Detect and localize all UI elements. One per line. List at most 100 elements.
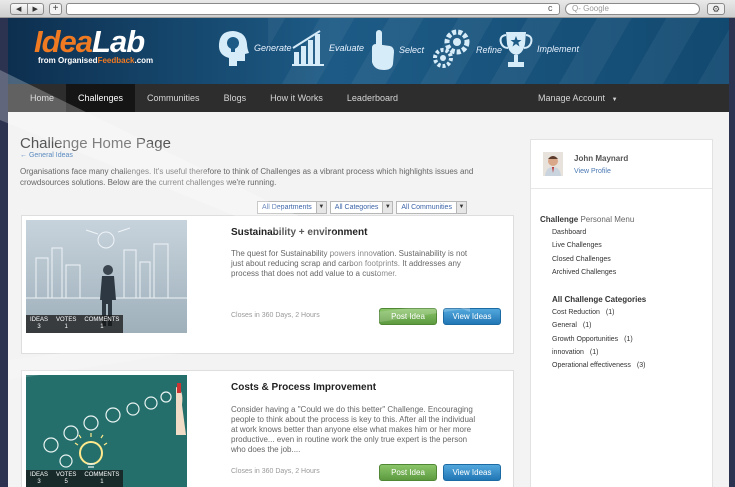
challenge-card: IDEAS 3 VOTES 5 COMMENTS 1 Costs & Process … <box>21 370 514 487</box>
post-idea-button[interactable]: Post Idea <box>379 308 437 325</box>
category-item[interactable]: Cost Reduction (1) <box>552 309 614 316</box>
menu-heading-light: Personal Menu <box>578 215 635 224</box>
hand-pointer-icon <box>372 30 394 70</box>
chevron-down-icon: ▼ <box>315 202 326 213</box>
nav-home[interactable]: Home <box>18 84 66 112</box>
page-content: Challenge Home Page ← General Ideas Orga… <box>8 112 729 487</box>
general-ideas-link[interactable]: ← General Ideas <box>20 152 73 159</box>
user-name: John Maynard <box>574 154 629 163</box>
head-bulb-icon <box>218 31 249 66</box>
comments-stat: COMMENTS 1 <box>84 317 120 330</box>
community-filter[interactable]: All Communities ▼ <box>396 201 467 214</box>
challenge-stats: IDEAS 3 VOTES 1 COMMENTS 1 <box>26 315 124 333</box>
category-item[interactable]: innovation (1) <box>552 349 598 356</box>
challenge-title[interactable]: Sustainability + environment <box>231 227 367 238</box>
logo-tagline-mid: Feedback <box>97 56 135 65</box>
avatar[interactable] <box>543 152 563 176</box>
category-count: (1) <box>605 309 615 316</box>
logo-tagline-prefix: from Organised <box>38 56 98 65</box>
category-name: General <box>552 322 577 329</box>
step-implement: Implement <box>498 28 579 70</box>
post-idea-button[interactable]: Post Idea <box>379 464 437 481</box>
challenge-image[interactable]: IDEAS 3 VOTES 5 COMMENTS 1 <box>26 375 187 487</box>
main-nav: Home Challenges Communities Blogs How it… <box>8 84 729 112</box>
menu-item-live-challenges[interactable]: Live Challenges <box>552 242 602 249</box>
comments-stat: COMMENTS 1 <box>84 472 120 485</box>
browser-search-input[interactable]: Q- Google <box>565 3 700 15</box>
profile-panel: John Maynard View Profile <box>531 140 712 189</box>
votes-stat: VOTES 1 <box>56 317 77 330</box>
intro-text: Organisations face many challenges. It's… <box>20 167 474 187</box>
category-count: (3) <box>636 362 646 369</box>
step-refine: Refine <box>431 28 502 72</box>
personal-menu-heading: Challenge Personal Menu <box>540 215 634 224</box>
back-button[interactable]: ◀ <box>11 4 27 14</box>
step-evaluate: Evaluate <box>290 28 364 68</box>
category-item[interactable]: General (1) <box>552 322 591 329</box>
step-label: Evaluate <box>329 43 365 53</box>
site-header: IdeaLab from OrganisedFeedback.com Gener… <box>8 18 729 84</box>
step-label: Generate <box>254 43 292 53</box>
community-filter-value: All Communities <box>401 204 452 211</box>
logo-tagline: from OrganisedFeedback.com <box>38 56 153 65</box>
reload-icon[interactable]: c <box>548 3 553 13</box>
chevron-down-icon: ▼ <box>455 202 466 213</box>
challenge-description: Consider having a "Could we do this bett… <box>231 405 476 454</box>
challenge-card: IDEAS 3 VOTES 1 COMMENTS 1 Sustainability +… <box>21 215 514 354</box>
nav-communities[interactable]: Communities <box>135 84 212 112</box>
logo-lab-text: Lab <box>92 24 145 59</box>
category-name: Cost Reduction <box>552 309 600 316</box>
address-bar[interactable] <box>66 3 560 15</box>
logo-idea-text: Idea <box>34 24 93 59</box>
step-generate: Generate <box>215 28 292 68</box>
category-item[interactable]: Growth Opportunities (1) <box>552 336 633 343</box>
ideallab-logo[interactable]: IdeaLab from OrganisedFeedback.com <box>34 26 153 66</box>
category-item[interactable]: Operational effectiveness (3) <box>552 362 645 369</box>
category-count: (1) <box>589 349 599 356</box>
nav-blogs[interactable]: Blogs <box>212 84 259 112</box>
view-ideas-button[interactable]: View Ideas <box>443 308 501 325</box>
nav-leaderboard[interactable]: Leaderboard <box>335 84 410 112</box>
ideas-stat: IDEAS 3 <box>30 472 49 485</box>
menu-item-closed-challenges[interactable]: Closed Challenges <box>552 256 611 263</box>
sidebar: John Maynard View Profile Challenge Pers… <box>530 139 713 487</box>
category-name: Operational effectiveness <box>552 362 631 369</box>
bar-chart-icon <box>292 30 324 66</box>
history-buttons: ◀ ▶ <box>10 3 44 15</box>
department-filter-value: All Departments <box>262 204 312 211</box>
closes-in-text: Closes in 360 Days, 2 Hours <box>231 468 320 475</box>
browser-settings-button[interactable]: ⚙ <box>707 3 725 15</box>
forward-button[interactable]: ▶ <box>26 4 44 14</box>
manage-account-menu[interactable]: Manage Account ▼ <box>538 84 618 114</box>
category-name: innovation <box>552 349 584 356</box>
browser-toolbar: ◀ ▶ + c Q- Google ⚙ <box>0 0 735 18</box>
category-count: (1) <box>624 336 633 343</box>
logo-wordmark: IdeaLab <box>34 26 153 58</box>
department-filter[interactable]: All Departments ▼ <box>257 201 327 214</box>
gears-icon <box>433 29 470 68</box>
caret-down-icon: ▼ <box>611 97 618 103</box>
ideas-stat: IDEAS 3 <box>30 317 49 330</box>
menu-item-dashboard[interactable]: Dashboard <box>552 229 586 236</box>
votes-stat: VOTES 5 <box>56 472 77 485</box>
filter-bar: All Departments ▼ All Categories ▼ All C… <box>257 201 470 214</box>
view-ideas-button[interactable]: View Ideas <box>443 464 501 481</box>
challenge-description: The quest for Sustainability powers inno… <box>231 249 468 278</box>
new-tab-button[interactable]: + <box>49 3 62 15</box>
challenge-title[interactable]: Costs & Process Improvement <box>231 382 376 393</box>
category-count: (1) <box>582 322 592 329</box>
category-filter[interactable]: All Categories ▼ <box>329 201 394 214</box>
logo-tagline-suffix: .com <box>134 56 154 65</box>
step-label: Implement <box>537 44 580 54</box>
nav-challenges[interactable]: Challenges <box>66 84 136 112</box>
menu-item-archived-challenges[interactable]: Archived Challenges <box>552 269 616 276</box>
chevron-down-icon: ▼ <box>382 202 393 213</box>
step-select: Select <box>366 28 424 72</box>
trophy-icon <box>499 32 533 67</box>
challenge-image[interactable]: IDEAS 3 VOTES 1 COMMENTS 1 <box>26 220 187 333</box>
step-label: Select <box>399 45 425 55</box>
view-profile-link[interactable]: View Profile <box>574 168 611 175</box>
category-name: Growth Opportunities <box>552 336 619 343</box>
categories-heading: All Challenge Categories <box>552 295 647 304</box>
nav-how-it-works[interactable]: How it Works <box>258 84 335 112</box>
